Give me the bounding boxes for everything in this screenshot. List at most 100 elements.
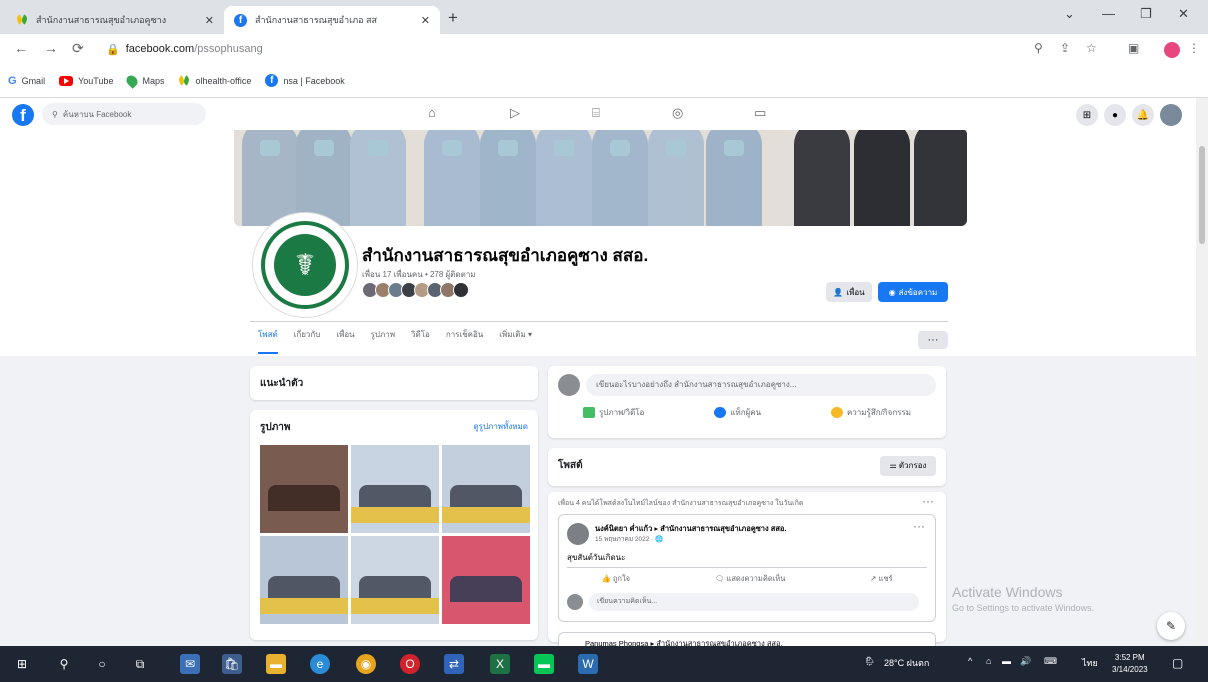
avatar[interactable] [567, 523, 589, 545]
task-view-icon[interactable]: ⧉ [130, 654, 150, 674]
reload-icon[interactable]: ⟳ [72, 40, 84, 57]
friends-button[interactable]: 👤 เพื่อน [826, 282, 872, 302]
home-icon[interactable]: ⌂ [428, 105, 436, 120]
facebook-search-input[interactable]: ⚲ ค้นหาบน Facebook [42, 103, 206, 125]
tab-about[interactable]: เกี่ยวกับ [294, 328, 321, 341]
word-icon[interactable]: W [578, 654, 598, 674]
browser-tab-1[interactable]: สำนักงานสาธารณสุขอำเภอคูซาง ✕ [6, 6, 224, 34]
intro-title: แนะนำตัว [260, 378, 304, 389]
url-input[interactable]: 🔒 facebook.com/pssophusang [100, 38, 1020, 60]
chrome-menu-icon[interactable]: ⋮ [1188, 41, 1200, 55]
notifications-bell-icon[interactable]: 🔔 [1132, 104, 1154, 126]
language-indicator[interactable]: ไทย [1082, 656, 1098, 670]
groups-icon[interactable]: ◎ [672, 105, 683, 121]
line-icon[interactable]: ▬ [534, 654, 554, 674]
zoom-icon[interactable]: ⚲ [1034, 41, 1043, 55]
browser-tab-2[interactable]: f สำนักงานสาธารณสุขอำเภอ สส ✕ [224, 6, 440, 34]
tab-search-icon[interactable]: ⌄ [1064, 6, 1075, 22]
cortana-icon[interactable]: ○ [92, 654, 112, 674]
profile-avatar-icon[interactable] [1164, 42, 1180, 58]
photo-thumbnail[interactable] [260, 536, 348, 624]
tab-videos[interactable]: วิดีโอ [411, 328, 430, 341]
bookmark-health-office[interactable]: olhealth-office [178, 75, 251, 87]
close-tab-icon[interactable]: ✕ [205, 14, 214, 27]
bookmark-gmail[interactable]: G Gmail [8, 75, 45, 87]
see-all-photos-link[interactable]: ดูรูปภาพทั้งหมด [473, 420, 528, 435]
comment-input[interactable]: เขียนความคิดเห็น... [589, 593, 919, 611]
mail-icon[interactable]: ✉ [180, 654, 200, 674]
photo-video-button[interactable]: รูปภาพ/วิดีโอ [582, 406, 644, 419]
messenger-icon[interactable]: ● [1104, 104, 1126, 126]
tab-more[interactable]: เพิ่มเติม ▾ [499, 328, 532, 341]
opera-icon[interactable]: O [400, 654, 420, 674]
more-icon[interactable]: ··· [913, 519, 925, 533]
clock[interactable]: 3:52 PM 3/14/2023 [1112, 652, 1148, 676]
tab-posts[interactable]: โพสต์ [258, 328, 278, 354]
bookmark-youtube[interactable]: YouTube [59, 75, 113, 86]
battery-icon[interactable]: ▬ [1002, 656, 1011, 666]
photo-thumbnail[interactable] [442, 445, 530, 533]
filter-button[interactable]: ⚌ ตัวกรอง [880, 456, 936, 476]
page-stats[interactable]: เพื่อน 17 เพื่อนคน • 278 ผู้ติดตาม [362, 268, 476, 281]
photo-thumbnail[interactable] [442, 536, 530, 624]
back-icon[interactable]: ← [14, 40, 28, 56]
new-tab-icon[interactable]: + [448, 8, 458, 28]
sidepanel-icon[interactable]: ▣ [1128, 41, 1139, 55]
menu-grid-icon[interactable]: ⊞ [1076, 104, 1098, 126]
watch-icon[interactable]: ▷ [510, 105, 520, 121]
file-explorer-icon[interactable]: ▬ [266, 654, 286, 674]
close-window-icon[interactable]: ✕ [1178, 6, 1189, 22]
volume-icon[interactable]: 🔊 [1020, 656, 1031, 667]
forward-icon[interactable]: → [44, 40, 58, 56]
tab-friends[interactable]: เพื่อน [336, 328, 354, 341]
weather-text[interactable]: 28°C ฝนตก [884, 656, 929, 670]
network-icon[interactable]: ⌂ [986, 656, 991, 666]
bookmark-facebook[interactable]: f nsa | Facebook [265, 74, 345, 87]
search-icon[interactable]: ⚲ [54, 654, 74, 674]
teamviewer-icon[interactable]: ⇄ [444, 654, 464, 674]
more-icon[interactable]: ··· [922, 494, 934, 508]
weather-icon[interactable]: 🌦 [864, 656, 875, 667]
share-button[interactable]: ↗ แชร์ [870, 573, 892, 585]
composer-input[interactable]: เขียนอะไรบางอย่างถึง สำนักงานสาธารณสุขอำ… [586, 374, 936, 396]
tag-people-button[interactable]: แท็กผู้คน [714, 406, 761, 419]
page-profile-logo[interactable]: ☤ [253, 213, 357, 317]
store-icon[interactable]: 🛍 [222, 654, 242, 674]
feeling-activity-button[interactable]: ความรู้สึก/กิจกรรม [830, 406, 911, 419]
friend-avatars[interactable] [362, 282, 469, 298]
message-button[interactable]: ◉ ส่งข้อความ [878, 282, 948, 302]
close-tab-icon[interactable]: ✕ [421, 14, 430, 27]
notification-center-icon[interactable]: ▢ [1172, 656, 1183, 670]
page-scrollbar[interactable] [1196, 98, 1208, 646]
bookmark-maps[interactable]: Maps [124, 72, 164, 89]
tray-expand-icon[interactable]: ^ [968, 656, 972, 666]
chrome-icon[interactable]: ◉ [356, 654, 376, 674]
minimize-icon[interactable]: — [1102, 6, 1115, 21]
maximize-icon[interactable]: ❐ [1140, 6, 1152, 22]
share-icon[interactable]: ⇪ [1060, 41, 1070, 55]
post-date[interactable]: 15 พฤษภาคม 2022 · 🌐 [595, 534, 663, 544]
more-options-button[interactable]: ··· [918, 331, 948, 349]
avatar [567, 594, 583, 610]
tab-photos[interactable]: รูปภาพ [371, 328, 395, 341]
excel-icon[interactable]: X [490, 654, 510, 674]
photo-thumbnail[interactable] [260, 445, 348, 533]
account-avatar[interactable] [1160, 104, 1182, 126]
ime-icon[interactable]: ⌨ [1044, 656, 1057, 667]
tab-checkins[interactable]: การเช็คอิน [446, 328, 483, 341]
photo-thumbnail[interactable] [351, 445, 439, 533]
site-favicon-icon [16, 14, 28, 26]
windows-start-icon[interactable]: ⊞ [12, 654, 32, 674]
messenger-icon: ◉ [888, 287, 896, 297]
like-button[interactable]: 👍 ถูกใจ [601, 573, 630, 585]
bookmark-star-icon[interactable]: ☆ [1086, 41, 1097, 55]
avatar [558, 374, 580, 396]
gaming-icon[interactable]: ▭ [754, 105, 766, 121]
comment-button[interactable]: 🗨 แสดงความคิดเห็น [715, 573, 785, 585]
cover-photo[interactable] [234, 130, 967, 226]
photo-thumbnail[interactable] [351, 536, 439, 624]
facebook-logo-icon[interactable]: f [12, 104, 34, 126]
new-message-icon[interactable]: ✎ [1157, 612, 1185, 640]
marketplace-icon[interactable]: ⌸ [592, 105, 600, 121]
edge-icon[interactable]: e [310, 654, 330, 674]
